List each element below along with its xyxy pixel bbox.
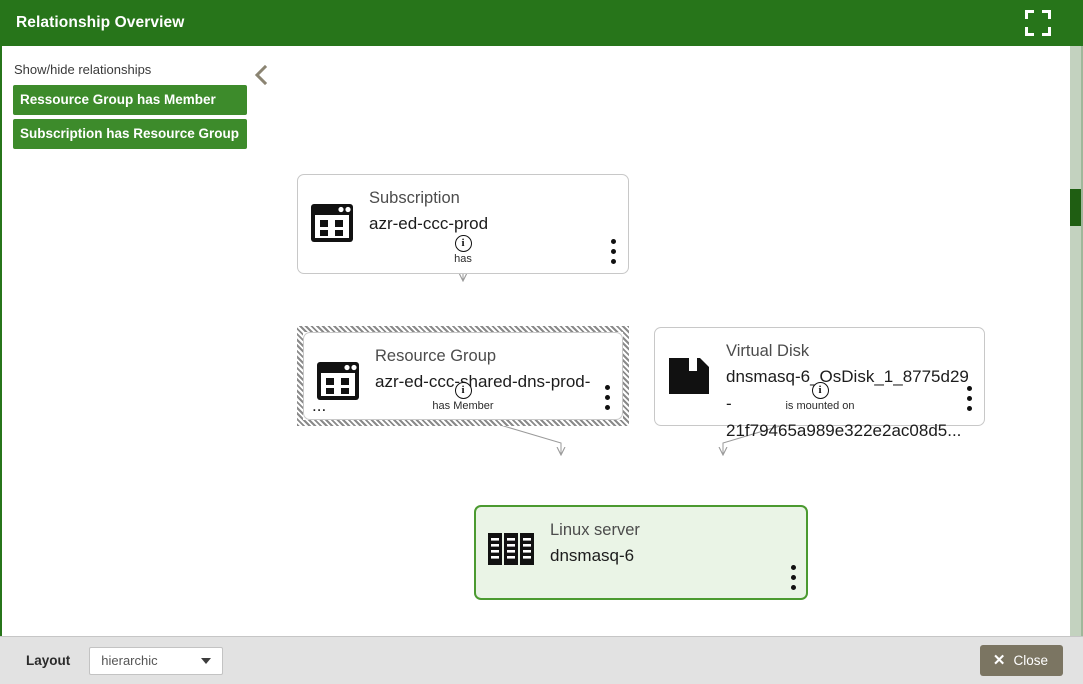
node-text-block: Resource Group azr-ed-ccc-shared-dns-pro… bbox=[375, 341, 612, 395]
node-content: Resource Group azr-ed-ccc-shared-dns-pro… bbox=[304, 333, 622, 419]
node-type-label: Subscription bbox=[369, 189, 460, 207]
window-grid-icon bbox=[310, 203, 354, 243]
fullscreen-corner-tl bbox=[1025, 10, 1034, 19]
window-titlebar: Relationship Overview bbox=[0, 0, 1083, 46]
close-x-icon: ✕ bbox=[992, 652, 1006, 669]
graph-node-linux-server[interactable]: Linux server dnsmasq-6 bbox=[474, 505, 808, 600]
node-content: Subscription azr-ed-ccc-prod bbox=[298, 175, 628, 273]
close-button-label: Close bbox=[1013, 653, 1048, 668]
node-menu-icon[interactable] bbox=[967, 386, 972, 411]
node-name-overflow: 21f79465a989e322e2ac08d5... bbox=[726, 421, 962, 440]
node-text-block: Linux server dnsmasq-6 bbox=[550, 515, 796, 569]
node-text-block: Virtual Disk dnsmasq-6_OsDisk_1_8775d29-… bbox=[726, 336, 974, 444]
fullscreen-corner-br bbox=[1042, 27, 1051, 36]
layout-label: Layout bbox=[26, 653, 71, 668]
node-menu-icon[interactable] bbox=[791, 565, 796, 590]
layout-select[interactable]: hierarchic bbox=[89, 646, 224, 675]
floppy-disk-icon bbox=[667, 356, 711, 396]
vertical-scrollbar[interactable] bbox=[1070, 46, 1081, 636]
node-name-label: dnsmasq-6 bbox=[550, 546, 635, 565]
footer-left-group: Layout hierarchic bbox=[26, 646, 224, 675]
fullscreen-icon[interactable] bbox=[1025, 10, 1051, 36]
node-content: Linux server dnsmasq-6 bbox=[476, 507, 806, 598]
server-rack-icon bbox=[488, 531, 534, 571]
scrollbar-thumb[interactable] bbox=[1070, 189, 1081, 226]
fullscreen-corner-bl bbox=[1025, 27, 1034, 36]
relationship-legend: Show/hide relationships Ressource Group … bbox=[13, 62, 247, 153]
window-footer: Layout hierarchic ✕ Close bbox=[0, 636, 1083, 684]
node-name-label: dnsmasq-6_OsDisk_1_8775d29- bbox=[726, 367, 969, 413]
close-button[interactable]: ✕ Close bbox=[979, 645, 1063, 676]
node-type-label: Virtual Disk bbox=[726, 342, 810, 360]
layout-select-value: hierarchic bbox=[101, 653, 158, 668]
node-content: Virtual Disk dnsmasq-6_OsDisk_1_8775d29-… bbox=[655, 328, 984, 440]
graph-node-resource-group[interactable]: Resource Group azr-ed-ccc-shared-dns-pro… bbox=[303, 332, 623, 420]
node-name-label: azr-ed-ccc-prod bbox=[369, 214, 489, 233]
legend-title: Show/hide relationships bbox=[14, 62, 152, 77]
node-menu-icon[interactable] bbox=[605, 385, 610, 410]
graph-node-subscription[interactable]: Subscription azr-ed-ccc-prod bbox=[297, 174, 629, 274]
node-type-label: Linux server bbox=[550, 521, 640, 539]
relationship-overview-window: Relationship Overview Show/hide relation… bbox=[0, 0, 1083, 684]
chevron-down-icon bbox=[201, 657, 212, 664]
node-name-label: azr-ed-ccc-shared-dns-prod- bbox=[375, 372, 591, 391]
node-text-block: Subscription azr-ed-ccc-prod bbox=[369, 183, 618, 237]
page-title: Relationship Overview bbox=[16, 14, 185, 31]
window-grid-icon bbox=[316, 361, 360, 401]
chevron-left-icon[interactable] bbox=[250, 62, 272, 88]
legend-button-ressource-group-has-member[interactable]: Ressource Group has Member bbox=[13, 85, 247, 115]
node-type-label: Resource Group bbox=[375, 347, 497, 365]
graph-body: Show/hide relationships Ressource Group … bbox=[0, 46, 1083, 636]
node-name-overflow: ... bbox=[312, 396, 327, 415]
fullscreen-corner-tr bbox=[1042, 10, 1051, 19]
graph-node-virtual-disk[interactable]: Virtual Disk dnsmasq-6_OsDisk_1_8775d29-… bbox=[654, 327, 985, 440]
legend-button-subscription-has-resource-group[interactable]: Subscription has Resource Group bbox=[13, 119, 247, 149]
node-menu-icon[interactable] bbox=[611, 239, 616, 264]
